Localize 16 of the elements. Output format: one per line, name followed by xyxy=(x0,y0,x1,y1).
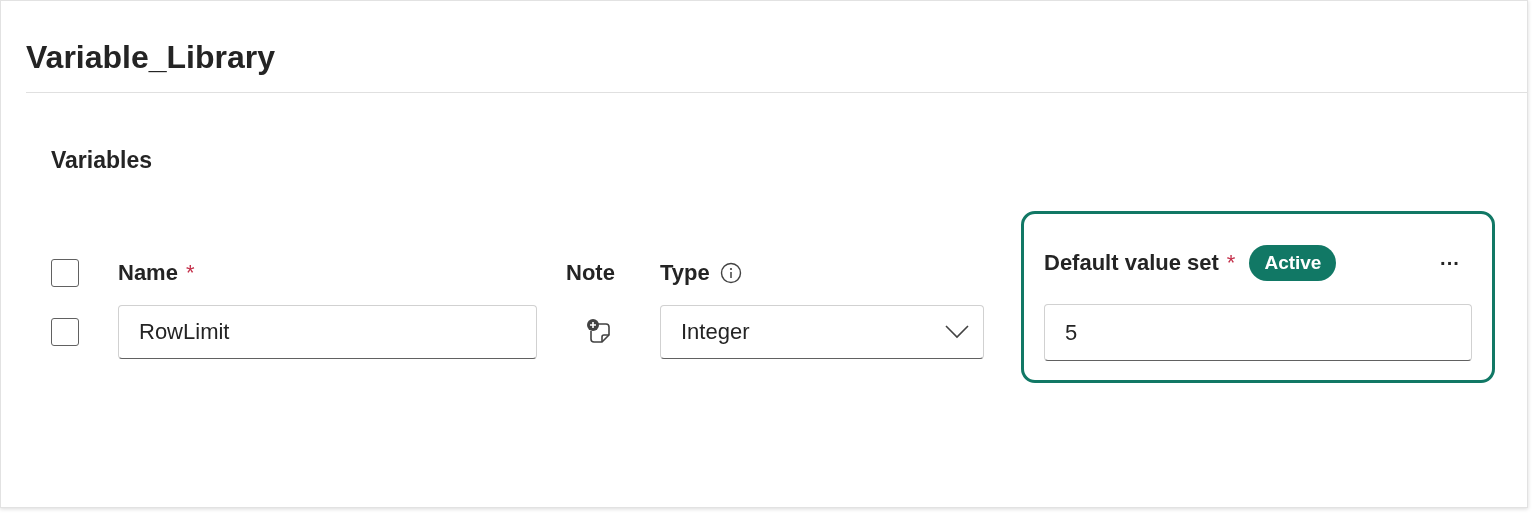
column-header: Type xyxy=(660,260,710,286)
row-checkbox[interactable] xyxy=(51,318,79,346)
column-header: Name * xyxy=(118,260,195,286)
status-badge: Active xyxy=(1249,245,1337,281)
info-icon xyxy=(719,262,742,284)
more-options-button[interactable]: ··· xyxy=(1428,251,1472,275)
section-title: Variables xyxy=(51,147,154,175)
column-header: Note xyxy=(566,260,615,286)
name-input[interactable]: RowLimit xyxy=(118,305,537,359)
page-title: Variable_Library xyxy=(26,1,1527,93)
chevron-down-icon xyxy=(945,325,969,339)
value-input[interactable]: 5 xyxy=(1044,304,1472,361)
value-set-title: Default value set * xyxy=(1044,250,1236,276)
add-note-icon xyxy=(584,318,613,346)
select-all-checkbox[interactable] xyxy=(51,259,79,287)
type-dropdown[interactable]: Integer xyxy=(660,305,984,359)
